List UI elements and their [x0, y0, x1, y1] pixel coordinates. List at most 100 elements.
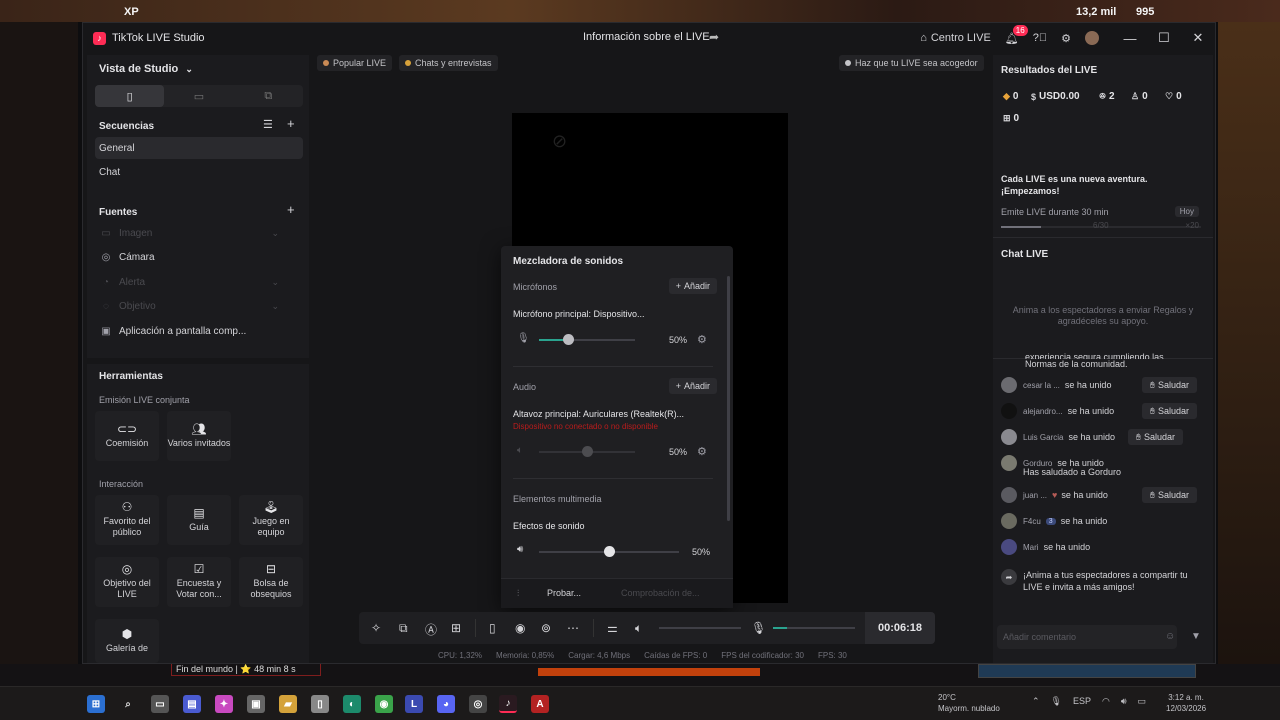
- gift-bag-tool[interactable]: ⊟ Bolsa de obsequios: [239, 557, 303, 607]
- coemission-tool[interactable]: ⊂⊃ Coemisión: [95, 411, 159, 461]
- centro-live-button[interactable]: ⌂ Centro LIVE: [920, 32, 991, 44]
- search-icon[interactable]: ⌕: [119, 695, 137, 713]
- add-microphone-button[interactable]: + Añadir: [668, 278, 717, 294]
- chat-username[interactable]: cesar la ...: [1023, 381, 1060, 390]
- multi-guest-tool[interactable]: 👥︎ Varios invitados: [167, 411, 231, 461]
- landscape-view-button[interactable]: ▭: [164, 85, 233, 107]
- maximize-button[interactable]: ☐: [1147, 30, 1181, 46]
- guide-tool[interactable]: ▤ Guía: [167, 495, 231, 545]
- check-button[interactable]: Comprobación de...: [621, 588, 700, 598]
- comment-input[interactable]: Añadir comentario: [997, 625, 1177, 649]
- speaker-settings-icon[interactable]: ⚙: [697, 445, 707, 458]
- studio-view-dropdown[interactable]: Vista de Studio ⌄: [99, 63, 193, 75]
- chats-chip[interactable]: Chats y entrevistas: [399, 55, 498, 71]
- microphone-icon[interactable]: 🎙︎: [751, 621, 766, 635]
- ai-icon[interactable]: Ⓐ: [425, 621, 437, 638]
- live-goal-tool[interactable]: ◎ Objetivo del LIVE: [95, 557, 159, 607]
- sfx-volume-slider[interactable]: [539, 546, 679, 557]
- add-scene-icon[interactable]: ⊞: [451, 621, 461, 635]
- camera-settings-icon[interactable]: ⊚: [541, 621, 551, 635]
- settings-button[interactable]: ⚙: [1061, 32, 1071, 45]
- chat-username[interactable]: Mari: [1023, 543, 1039, 552]
- mic-volume-slider[interactable]: [539, 334, 635, 345]
- team-game-tool[interactable]: 🕹︎ Juego en equipo: [239, 495, 303, 545]
- dual-view-button[interactable]: ⧉: [234, 85, 303, 107]
- discord-icon[interactable]: ◕: [437, 695, 455, 713]
- slider-knob[interactable]: [582, 446, 593, 457]
- mic-level-meter[interactable]: [773, 627, 855, 629]
- audience-favorite-tool[interactable]: ⚇ Favorito del público: [95, 495, 159, 545]
- magic-wand-icon[interactable]: ✧: [371, 621, 381, 635]
- slider-knob[interactable]: [604, 546, 615, 557]
- chat-username[interactable]: Luis Garcia: [1023, 433, 1063, 442]
- poll-tool[interactable]: ☑ Encuesta y Votar con...: [167, 557, 231, 607]
- more-icon[interactable]: ⋯: [567, 621, 579, 635]
- share-icon[interactable]: ➦: [709, 30, 719, 44]
- wifi-icon[interactable]: ◠: [1102, 696, 1110, 707]
- speaker-volume-slider[interactable]: [539, 446, 635, 457]
- greet-button[interactable]: ✋︎ Saludar: [1141, 377, 1197, 393]
- live-info-link[interactable]: Información sobre el LIVE: [583, 31, 710, 43]
- help-button[interactable]: ?⃝: [1033, 32, 1047, 44]
- popular-live-chip[interactable]: Popular LIVE: [317, 55, 393, 71]
- emoji-icon[interactable]: ☺: [1165, 631, 1175, 642]
- battery-icon[interactable]: ▭: [1138, 696, 1147, 707]
- speaker-icon[interactable]: 🔈︎: [517, 445, 523, 456]
- weather-widget[interactable]: 20°C Mayorm. nublado: [938, 692, 1000, 714]
- file-icon[interactable]: ▯: [311, 695, 329, 713]
- microphone-icon[interactable]: 🎙︎: [1051, 696, 1062, 707]
- chrome-icon[interactable]: ◉: [375, 695, 393, 713]
- sequence-item-chat[interactable]: Chat: [95, 161, 303, 183]
- record-icon[interactable]: ◉: [515, 621, 525, 635]
- edge-icon[interactable]: ◐: [343, 695, 361, 713]
- minimize-button[interactable]: —: [1113, 31, 1147, 46]
- obs-icon[interactable]: ◎: [469, 695, 487, 713]
- sequence-item-general[interactable]: General: [95, 137, 303, 159]
- mixer-toggle-icon[interactable]: ⚌: [607, 621, 618, 635]
- slider-knob[interactable]: [562, 334, 574, 345]
- test-button[interactable]: Probar...: [547, 588, 581, 598]
- clock[interactable]: 3:12 a. m. 12/03/2026: [1166, 692, 1206, 714]
- folder-icon[interactable]: ▰: [279, 695, 297, 713]
- source-item-alert[interactable]: ◔ Alerta ⌄: [95, 271, 303, 293]
- effects-icon[interactable]: ⧉: [399, 621, 408, 636]
- language-indicator[interactable]: ESP: [1073, 696, 1091, 707]
- greet-button[interactable]: ✋︎ Saludar: [1141, 487, 1197, 503]
- list-icon[interactable]: ☰: [263, 118, 273, 131]
- chat-username[interactable]: alejandro...: [1023, 407, 1063, 416]
- mixer-scrollbar[interactable]: [727, 276, 730, 521]
- task-view-icon[interactable]: ▭: [151, 695, 169, 713]
- portrait-view-button[interactable]: ▯: [95, 85, 165, 107]
- notifications-button[interactable]: 🔔︎ 16: [1005, 24, 1028, 45]
- chat-username[interactable]: F4cu: [1023, 517, 1041, 526]
- mic-settings-icon[interactable]: ⚙: [697, 333, 707, 346]
- greet-button[interactable]: ✋︎ Saludar: [1141, 403, 1197, 419]
- source-item-goal[interactable]: ◌ Objetivo ⌄: [95, 295, 303, 317]
- source-item-screen-app[interactable]: ▣ Aplicación a pantalla comp...: [95, 320, 303, 342]
- source-item-camera[interactable]: ◎ Cámara: [95, 246, 303, 268]
- app-l-icon[interactable]: L: [405, 695, 423, 713]
- filter-icon[interactable]: ▼: [1191, 631, 1201, 642]
- tiktok-live-taskbar-icon[interactable]: ♪: [499, 695, 517, 713]
- greet-button[interactable]: ✋︎ Saludar: [1127, 429, 1183, 445]
- start-icon[interactable]: ⊞: [87, 695, 105, 713]
- profile-button[interactable]: [1085, 31, 1099, 45]
- app-icon[interactable]: ▤: [183, 695, 201, 713]
- output-volume-meter[interactable]: [659, 627, 741, 629]
- source-item-image[interactable]: ▭ Imagen ⌄: [95, 222, 303, 244]
- add-source-icon[interactable]: +: [287, 202, 295, 217]
- chat-username[interactable]: juan ...: [1023, 491, 1047, 500]
- promo-chip[interactable]: Haz que tu LIVE sea acogedor: [839, 55, 984, 71]
- add-audio-button[interactable]: + Añadir: [668, 378, 717, 394]
- add-sequence-icon[interactable]: +: [287, 116, 295, 131]
- volume-icon[interactable]: 🔊︎: [517, 544, 523, 555]
- gallery-tool[interactable]: ⬢ Galería de: [95, 619, 159, 663]
- copilot-icon[interactable]: ✦: [215, 695, 233, 713]
- chevron-up-icon[interactable]: ⌃: [1032, 696, 1040, 707]
- microphone-icon[interactable]: 🎙︎: [517, 333, 530, 344]
- phone-icon[interactable]: ▯: [489, 621, 496, 635]
- close-button[interactable]: ✕: [1181, 30, 1215, 46]
- app-icon[interactable]: A: [531, 695, 549, 713]
- volume-icon[interactable]: 🔈︎: [635, 621, 642, 636]
- app-icon[interactable]: ▣: [247, 695, 265, 713]
